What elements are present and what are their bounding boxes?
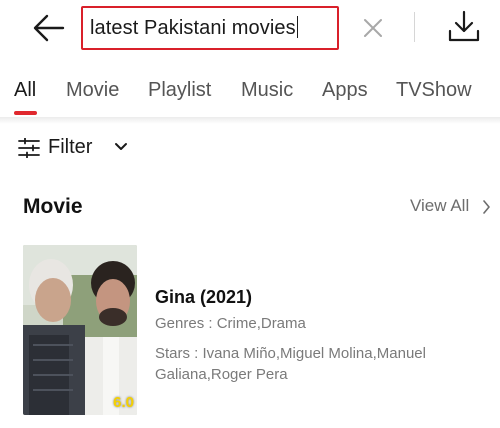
search-input-text[interactable]: latest Pakistani movies — [90, 16, 299, 40]
movie-title[interactable]: Gina (2021) — [155, 287, 252, 308]
filter-label: Filter — [48, 136, 93, 158]
arrow-left-icon — [33, 14, 65, 42]
tab-music[interactable]: Music — [241, 79, 293, 102]
toolbar-divider — [414, 12, 415, 42]
tab-all[interactable]: All — [14, 79, 36, 102]
category-tabs: All Movie Playlist Music Apps TVShow — [0, 76, 500, 116]
view-all-label: View All — [410, 196, 470, 215]
top-bar: latest Pakistani movies — [0, 0, 500, 58]
download-button[interactable] — [447, 9, 481, 45]
text-caret — [296, 16, 299, 38]
tab-apps[interactable]: Apps — [322, 79, 368, 102]
movie-stars: Stars : Ivana Miño,Miguel Molina,Manuel … — [155, 345, 426, 383]
view-all-link[interactable]: View All — [410, 196, 490, 218]
movie-card[interactable]: 6.0 Gina (2021) Genres : Crime,Drama Sta… — [23, 245, 483, 417]
active-tab-indicator — [14, 111, 37, 115]
poster-image — [23, 245, 137, 415]
download-icon — [448, 10, 480, 42]
chevron-right-icon — [483, 200, 490, 214]
movie-genres: Genres : Crime,Drama — [155, 315, 306, 332]
tabs-divider — [0, 117, 500, 124]
movie-poster[interactable]: 6.0 — [23, 245, 137, 415]
chevron-down-icon — [115, 143, 127, 150]
rating-badge: 6.0 — [113, 394, 134, 411]
back-button[interactable] — [30, 9, 68, 47]
clear-search-button[interactable] — [360, 15, 386, 41]
search-field[interactable]: latest Pakistani movies — [81, 6, 339, 50]
tab-movie[interactable]: Movie — [66, 79, 119, 102]
tab-playlist[interactable]: Playlist — [148, 79, 211, 102]
tab-tvshow[interactable]: TVShow — [396, 79, 472, 102]
close-icon — [364, 19, 382, 37]
section-title: Movie — [23, 195, 83, 218]
sliders-icon — [18, 138, 40, 158]
search-query: latest Pakistani movies — [90, 17, 296, 39]
